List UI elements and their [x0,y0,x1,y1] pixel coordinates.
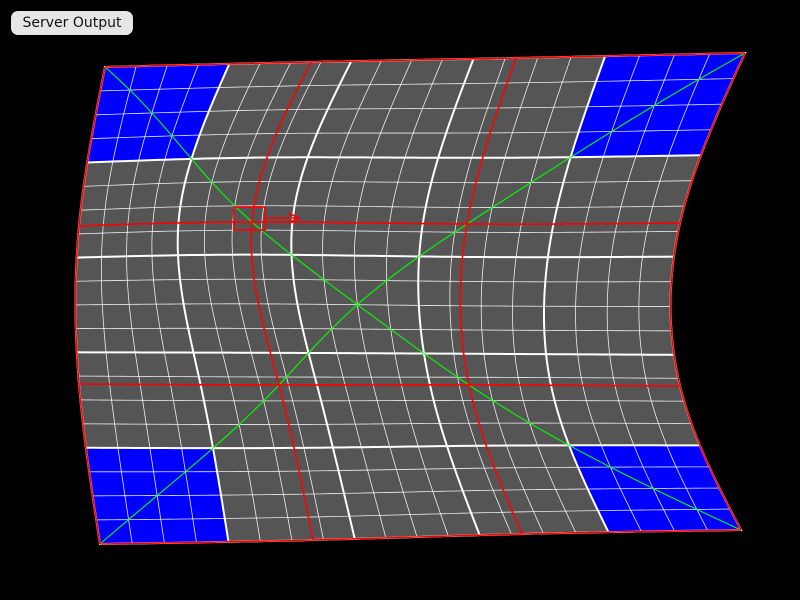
server-output-button[interactable]: Server Output [11,11,133,35]
mesh-warp-canvas[interactable] [0,0,800,600]
warp-editor-viewport[interactable]: Server Output [0,0,800,600]
